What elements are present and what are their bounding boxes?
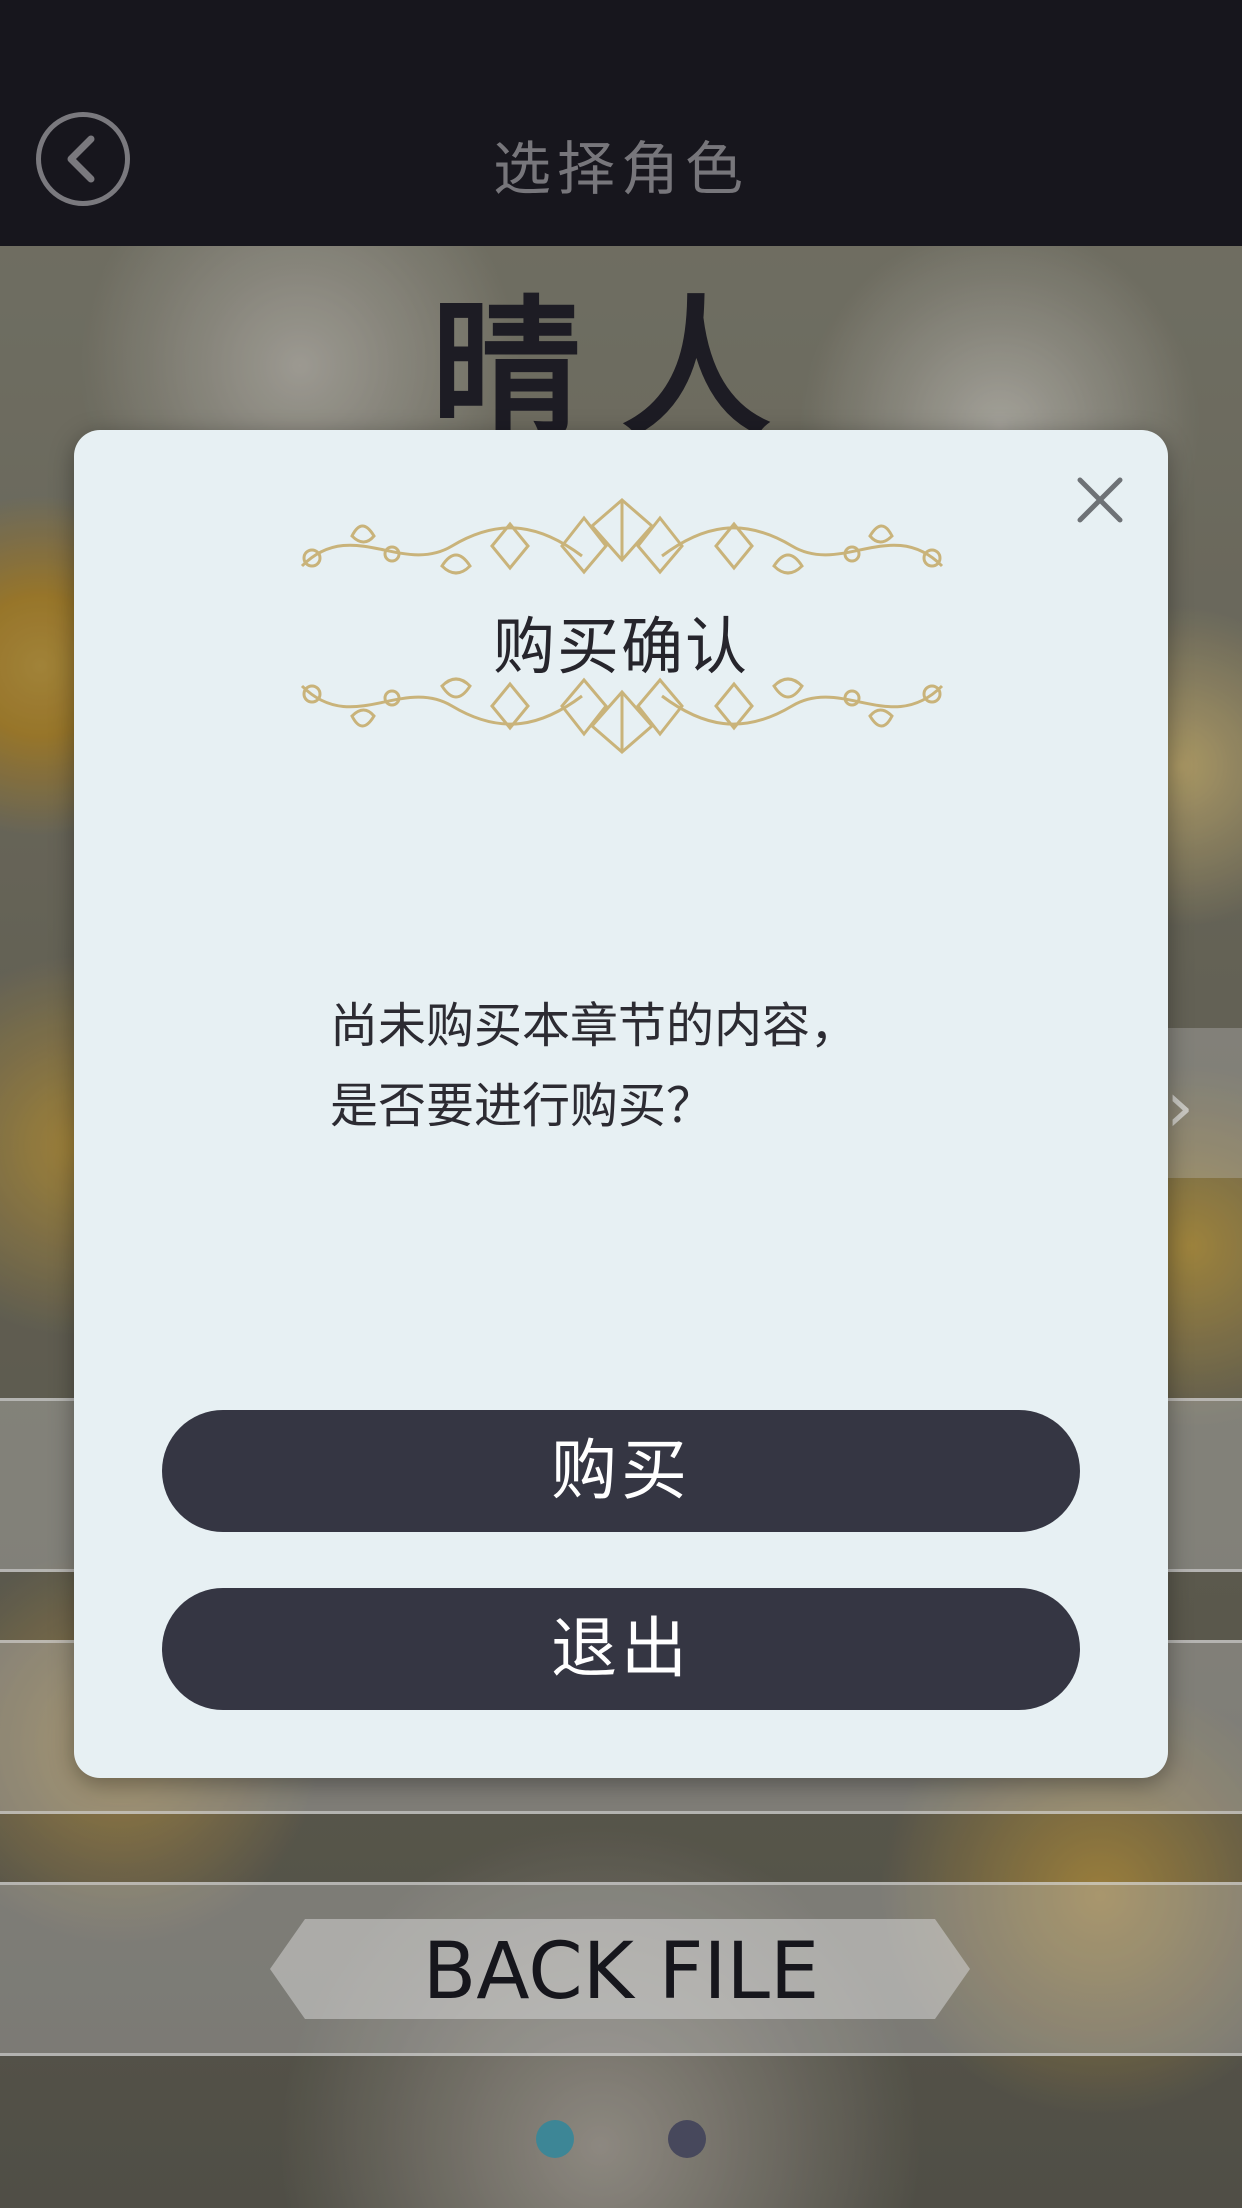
- dialog-message: 尚未购买本章节的内容， 是否要进行购买？: [330, 986, 1030, 1146]
- dialog-message-line-1: 尚未购买本章节的内容，: [330, 998, 859, 1054]
- buy-button[interactable]: 购买: [162, 1410, 1080, 1532]
- vine-ornament-top-icon: [300, 498, 944, 575]
- exit-button[interactable]: 退出: [162, 1588, 1080, 1710]
- page-title: 选择角色: [492, 135, 749, 203]
- close-button[interactable]: [1070, 470, 1130, 530]
- vine-ornament-bottom-icon: [300, 677, 944, 754]
- top-bar: 选择角色: [0, 0, 1242, 246]
- dialog-message-line-2: 是否要进行购买？: [330, 1078, 715, 1134]
- screen: 选择角色 晴人 BACK FILE › 购买确认 尚未购买本章节的内容， 是否要…: [0, 0, 1242, 2208]
- close-icon: [1077, 477, 1123, 523]
- purchase-confirm-dialog: 购买确认 尚未购买本章节的内容， 是否要进行购买？ 购买 退出: [74, 430, 1168, 1778]
